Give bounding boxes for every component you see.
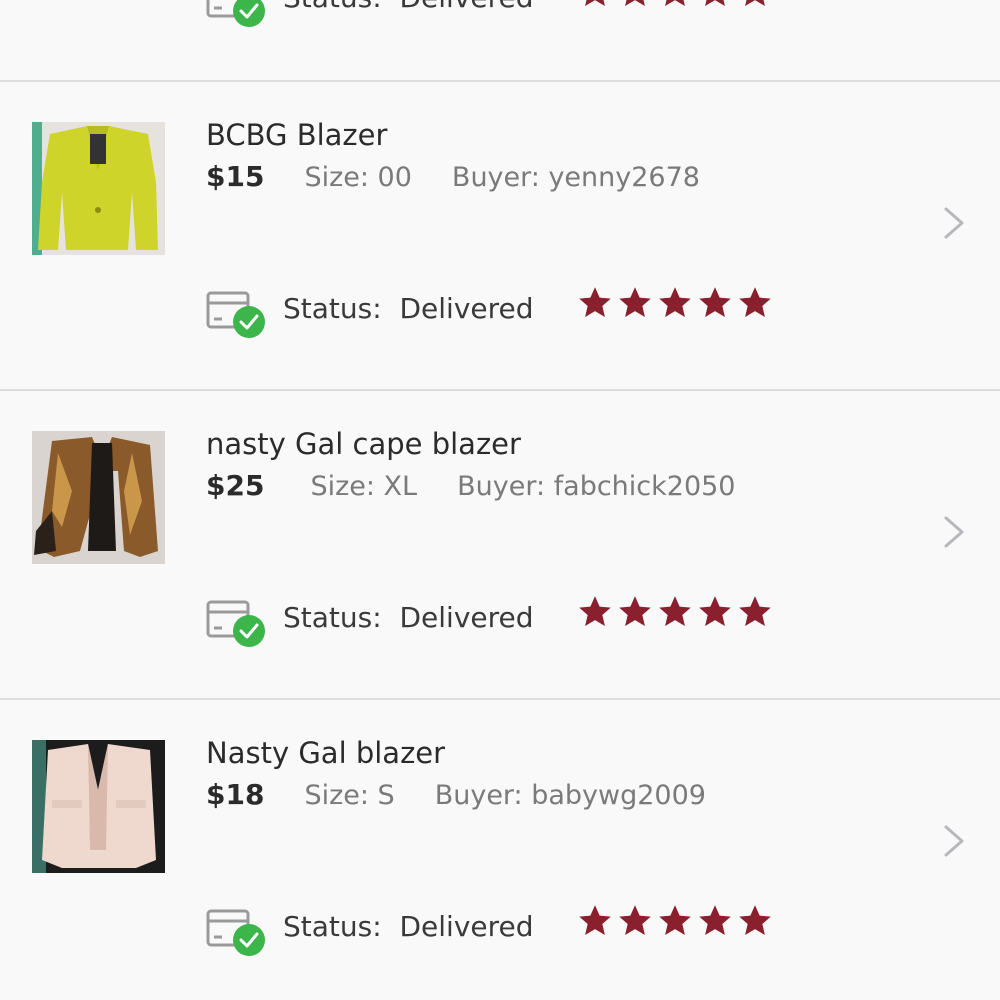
- item-meta: $25 Size: XL Buyer: fabchick2050: [206, 469, 735, 502]
- status-text: Status: Delivered: [283, 601, 534, 634]
- list-item-partial[interactable]: Status: Delivered: [0, 0, 1000, 80]
- item-size: Size: XL: [310, 471, 418, 502]
- status-text: Status: Delivered: [283, 910, 534, 943]
- list-item[interactable]: BCBG Blazer $15 Size: 00 Buyer: yenny2678 …: [0, 82, 1000, 391]
- star-icon: [579, 905, 611, 935]
- item-price: $18: [206, 778, 265, 811]
- sold-items-list: Status: Delivered BCBG Blazer $15 Size: 0…: [0, 0, 1000, 1000]
- star-icon: [705, 0, 725, 6]
- delivered-box-icon: [206, 600, 265, 647]
- star-icon: [745, 0, 765, 6]
- rating-stars: [577, 594, 777, 634]
- status-value: Delivered: [399, 601, 534, 634]
- star-icon: [585, 0, 605, 6]
- list-item[interactable]: nasty Gal cape blazer $25 Size: XL Buyer: …: [0, 391, 1000, 700]
- star-icon: [619, 905, 651, 935]
- item-title: BCBG Blazer: [206, 118, 388, 152]
- star-icon: [665, 0, 685, 6]
- chevron-right-icon[interactable]: [938, 823, 974, 859]
- star-icon: [739, 287, 771, 317]
- delivered-box-icon: [206, 909, 265, 956]
- star-icon: [739, 905, 771, 935]
- star-icon: [579, 596, 611, 626]
- star-icon: [699, 287, 731, 317]
- item-buyer: Buyer: fabchick2050: [457, 471, 736, 502]
- list-item[interactable]: Nasty Gal blazer $18 Size: S Buyer: babywg…: [0, 700, 1000, 1000]
- star-icon: [579, 287, 611, 317]
- item-thumbnail: [32, 122, 165, 255]
- status-label: Status:: [283, 910, 382, 943]
- item-price: $25: [206, 469, 265, 502]
- delivered-box-icon: [206, 0, 265, 27]
- status-text: Status: Delivered: [283, 0, 534, 14]
- item-size: Size: 00: [304, 162, 412, 193]
- star-icon: [699, 596, 731, 626]
- rating-stars: [577, 285, 777, 325]
- status-value: Delivered: [399, 910, 534, 943]
- item-buyer: Buyer: babywg2009: [434, 780, 706, 811]
- star-icon: [659, 905, 691, 935]
- status-value: Delivered: [399, 0, 533, 14]
- star-icon: [659, 596, 691, 626]
- chevron-right-icon[interactable]: [938, 514, 974, 550]
- item-title: Nasty Gal blazer: [206, 736, 446, 770]
- item-meta: $18 Size: S Buyer: babywg2009: [206, 778, 706, 811]
- item-price: $15: [206, 160, 265, 193]
- star-icon: [699, 905, 731, 935]
- status-value: Delivered: [399, 292, 534, 325]
- star-icon: [619, 287, 651, 317]
- status-label: Status:: [283, 0, 382, 14]
- status-label: Status:: [283, 601, 382, 634]
- item-size: Size: S: [304, 780, 395, 811]
- item-thumbnail: [32, 740, 165, 873]
- star-icon: [625, 0, 645, 6]
- item-title: nasty Gal cape blazer: [206, 427, 521, 461]
- star-icon: [659, 287, 691, 317]
- status-label: Status:: [283, 292, 382, 325]
- rating-stars: [577, 903, 777, 943]
- star-icon: [619, 596, 651, 626]
- chevron-right-icon[interactable]: [938, 205, 974, 241]
- rating-stars: [577, 0, 777, 14]
- item-meta: $15 Size: 00 Buyer: yenny2678: [206, 160, 700, 193]
- delivered-box-icon: [206, 291, 265, 338]
- item-buyer: Buyer: yenny2678: [451, 162, 700, 193]
- status-text: Status: Delivered: [283, 292, 534, 325]
- item-thumbnail: [32, 431, 165, 564]
- star-icon: [739, 596, 771, 626]
